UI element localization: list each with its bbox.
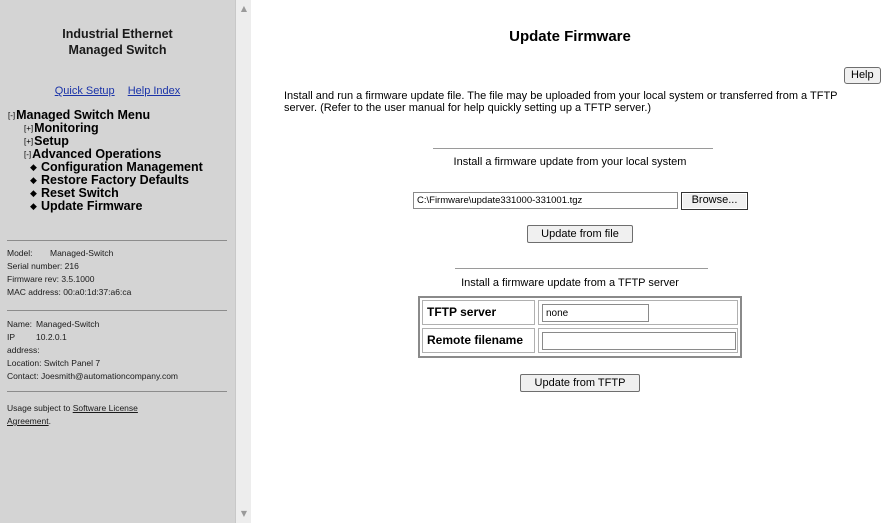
location-row: Location: Switch Panel 7: [7, 357, 232, 370]
sidebar: Industrial Ethernet Managed Switch Quick…: [0, 0, 235, 523]
license-suffix: .: [48, 416, 51, 426]
expand-toggle[interactable]: [+]: [24, 137, 33, 146]
ip-row: IP 10.2.0.1: [7, 331, 232, 344]
app-title-line1: Industrial Ethernet: [62, 27, 173, 41]
ip-label: IP: [7, 332, 16, 342]
collapse-toggle[interactable]: [-]: [24, 150, 31, 159]
expand-toggle[interactable]: [+]: [24, 124, 33, 133]
sidebar-divider: [7, 240, 227, 241]
serial-row: Serial number: 216: [7, 260, 232, 273]
mac-value: 00:a0:1d:37:a6:ca: [63, 287, 132, 297]
remote-filename-input[interactable]: [542, 332, 736, 350]
license-prefix: Usage subject to: [7, 403, 73, 413]
collapse-toggle[interactable]: [-]: [8, 111, 15, 120]
model-value: Managed-Switch: [50, 248, 114, 258]
tftp-update-heading: Install a firmware update from a TFTP se…: [461, 277, 679, 289]
app-title: Industrial Ethernet Managed Switch: [0, 26, 235, 58]
bullet-icon: ◆: [30, 201, 37, 211]
bullet-icon: ◆: [30, 175, 37, 185]
sidebar-divider: [7, 310, 227, 311]
scroll-down-icon[interactable]: ▼: [239, 509, 249, 519]
mac-row: MAC address: 00:a0:1d:37:a6:ca: [7, 286, 232, 299]
tftp-server-label: TFTP server: [422, 300, 535, 325]
local-update-heading: Install a firmware update from your loca…: [453, 156, 687, 168]
sidebar-scrollbar[interactable]: ▲ ▼: [235, 0, 251, 523]
firmware-file-input[interactable]: C:\Firmware\update331000-331001.tgz: [413, 192, 678, 209]
tftp-settings-table: TFTP server Remote filename: [418, 296, 742, 358]
firmware-value: 3.5.1000: [61, 274, 95, 284]
ip-value: 10.2.0.1: [36, 332, 67, 342]
contact-value: Joesmith@automationcompany.com: [41, 371, 179, 381]
section-divider: [433, 148, 713, 149]
firmware-row: Firmware rev: 3.5.1000: [7, 273, 232, 286]
browse-button[interactable]: Browse...: [681, 192, 748, 210]
menu-item-update-firmware[interactable]: ◆ Update Firmware: [8, 200, 232, 213]
location-value: Switch Panel 7: [43, 358, 101, 368]
help-button[interactable]: Help: [844, 67, 881, 84]
license-notice: Usage subject to Software License Agreem…: [7, 402, 232, 428]
page-description: Install and run a firmware update file. …: [284, 90, 838, 114]
switch-menu: [-]Managed Switch Menu [+]Monitoring [+]…: [8, 109, 232, 213]
section-divider: [455, 268, 708, 269]
page-title: Update Firmware: [509, 28, 631, 45]
contact-row: Contact: Joesmith@automationcompany.com: [7, 370, 232, 383]
help-index-link[interactable]: Help Index: [128, 85, 181, 97]
table-row: Remote filename: [422, 328, 738, 353]
contact-label: Contact:: [7, 371, 39, 381]
serial-label: Serial number:: [7, 261, 63, 271]
model-row: Model: Managed-Switch: [7, 247, 232, 260]
sidebar-links: Quick Setup Help Index: [0, 85, 235, 97]
name-label: Name:: [7, 319, 33, 329]
remote-filename-label: Remote filename: [422, 328, 535, 353]
serial-value: 216: [64, 261, 79, 271]
main-content: Update Firmware Help Install and run a f…: [251, 0, 889, 523]
name-value: Managed-Switch: [36, 319, 100, 329]
mac-label: MAC address:: [7, 287, 61, 297]
bullet-icon: ◆: [30, 188, 37, 198]
bullet-icon: ◆: [30, 162, 37, 172]
location-label: Location:: [7, 358, 42, 368]
app-title-line2: Managed Switch: [68, 43, 167, 57]
scroll-up-icon[interactable]: ▲: [239, 4, 249, 14]
table-row: TFTP server: [422, 300, 738, 325]
sidebar-divider: [7, 391, 227, 392]
ip-label-continued: address:: [7, 345, 40, 355]
model-label: Model:: [7, 248, 33, 258]
network-info: Name: Managed-Switch IP 10.2.0.1 address: …: [7, 318, 232, 383]
software-license-link-continued[interactable]: Agreement: [7, 416, 49, 426]
device-info: Model: Managed-Switch Serial number: 216 …: [7, 247, 232, 299]
tftp-server-input[interactable]: [542, 304, 649, 322]
software-license-link[interactable]: Software License: [73, 403, 138, 413]
firmware-label: Firmware rev:: [7, 274, 59, 284]
update-from-file-button[interactable]: Update from file: [527, 225, 633, 243]
quick-setup-link[interactable]: Quick Setup: [55, 85, 115, 97]
update-from-tftp-button[interactable]: Update from TFTP: [520, 374, 640, 392]
name-row: Name: Managed-Switch: [7, 318, 232, 331]
